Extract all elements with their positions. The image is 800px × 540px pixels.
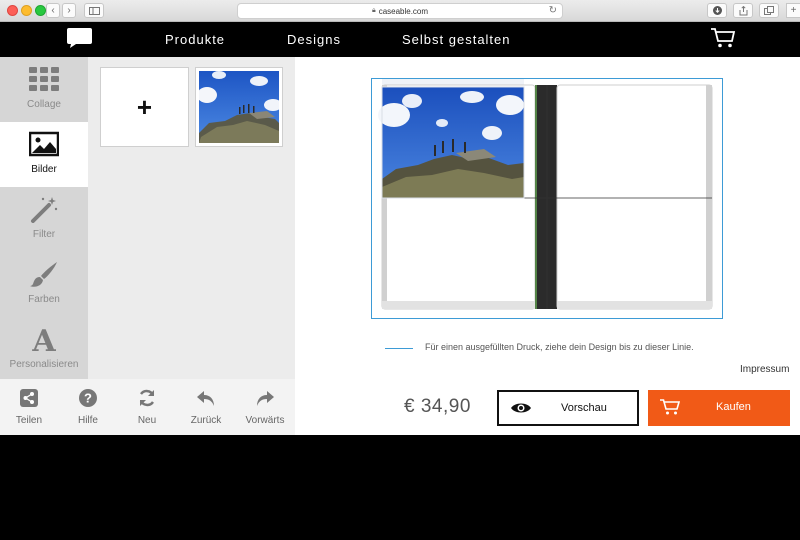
tool-sidebar: Collage Bilder Filter Farben A Personali… — [0, 57, 88, 379]
preview-label: Vorschau — [561, 402, 607, 414]
zoom-window-button[interactable] — [35, 5, 46, 16]
paintbrush-icon — [30, 262, 57, 287]
tool-bilder[interactable]: Bilder — [0, 122, 88, 187]
share-button[interactable]: Teilen — [1, 379, 57, 435]
caseable-logo[interactable] — [66, 27, 93, 49]
text-icon: A — [31, 325, 56, 353]
action-label: Neu — [137, 415, 157, 426]
undo-button[interactable]: Zurück — [178, 379, 234, 435]
sidebar-button[interactable] — [84, 3, 104, 18]
tool-label: Filter — [32, 229, 56, 240]
svg-text:A: A — [31, 325, 56, 353]
reload-icon[interactable]: ↻ — [549, 5, 557, 16]
redo-button[interactable]: Vorwärts — [237, 379, 293, 435]
action-label: Teilen — [15, 415, 43, 426]
new-button[interactable]: Neu — [119, 379, 175, 435]
lock-icon: 🔒︎ — [371, 7, 376, 14]
share-page-button[interactable] — [733, 3, 753, 18]
grid-icon — [29, 67, 59, 91]
case-preview — [378, 79, 713, 310]
nav-selbst-gestalten[interactable]: Selbst gestalten — [402, 32, 511, 47]
tool-label: Collage — [27, 99, 61, 110]
cart-icon — [660, 399, 681, 415]
gallery-photo[interactable] — [195, 67, 283, 147]
action-label: Hilfe — [77, 415, 98, 426]
preview-button[interactable]: Vorschau — [497, 390, 639, 426]
share-icon — [20, 389, 38, 407]
help-icon: ? — [79, 389, 97, 407]
image-gallery: + — [88, 57, 295, 379]
tabs-icon — [764, 6, 774, 15]
browser-chrome: ‹ › 🔒︎ caseable.com ↻ + — [0, 0, 800, 22]
buy-label: Kaufen — [716, 401, 751, 413]
action-label: Vorwärts — [245, 415, 285, 426]
forward-button[interactable]: › — [62, 3, 76, 18]
download-icon — [712, 6, 722, 15]
canvas-photo[interactable] — [378, 87, 524, 198]
design-canvas[interactable] — [371, 78, 723, 319]
tool-collage[interactable]: Collage — [0, 57, 88, 122]
tool-personalisieren[interactable]: A Personalisieren — [0, 317, 88, 382]
new-tab-button[interactable]: + — [786, 3, 800, 18]
buy-button[interactable]: Kaufen — [648, 390, 790, 426]
url-bar[interactable]: 🔒︎ caseable.com ↻ — [237, 3, 563, 19]
tool-label: Personalisieren — [9, 359, 79, 370]
url-text: caseable.com — [378, 6, 429, 16]
add-image-button[interactable]: + — [100, 67, 189, 147]
share-icon — [739, 5, 747, 15]
impressum-link[interactable]: Impressum — [740, 364, 789, 375]
sidebar-icon — [88, 6, 100, 15]
svg-text:?: ? — [84, 391, 92, 406]
site-header: Produkte Designs Selbst gestalten — [0, 22, 800, 57]
eye-icon — [511, 403, 531, 413]
download-button[interactable] — [707, 3, 727, 18]
tabs-button[interactable] — [759, 3, 779, 18]
close-window-button[interactable] — [7, 5, 18, 16]
bottom-action-bar: Teilen ? Hilfe Neu Zurück Vorwärts — [0, 379, 295, 435]
back-button[interactable]: ‹ — [46, 3, 60, 18]
image-icon — [29, 131, 59, 157]
minimize-window-button[interactable] — [21, 5, 32, 16]
action-label: Zurück — [190, 415, 222, 426]
mountain-photo-thumbnail — [197, 71, 282, 143]
bleed-guide-legend-line — [385, 348, 413, 349]
bleed-guide-note: Für einen ausgefüllten Druck, ziehe dein… — [425, 342, 694, 352]
refresh-icon — [139, 389, 155, 407]
magic-wand-icon — [31, 197, 58, 223]
nav-designs[interactable]: Designs — [287, 32, 341, 47]
tool-label: Farben — [28, 294, 60, 305]
redo-icon — [257, 391, 274, 406]
nav-produkte[interactable]: Produkte — [165, 32, 225, 47]
cart-icon[interactable] — [710, 27, 736, 49]
designer-app: Collage Bilder Filter Farben A Personali… — [0, 57, 800, 435]
price: € 34,90 — [404, 396, 471, 417]
undo-icon — [197, 391, 214, 406]
help-button[interactable]: ? Hilfe — [60, 379, 116, 435]
tool-farben[interactable]: Farben — [0, 252, 88, 317]
tool-label: Bilder — [31, 164, 57, 175]
tool-filter[interactable]: Filter — [0, 187, 88, 252]
